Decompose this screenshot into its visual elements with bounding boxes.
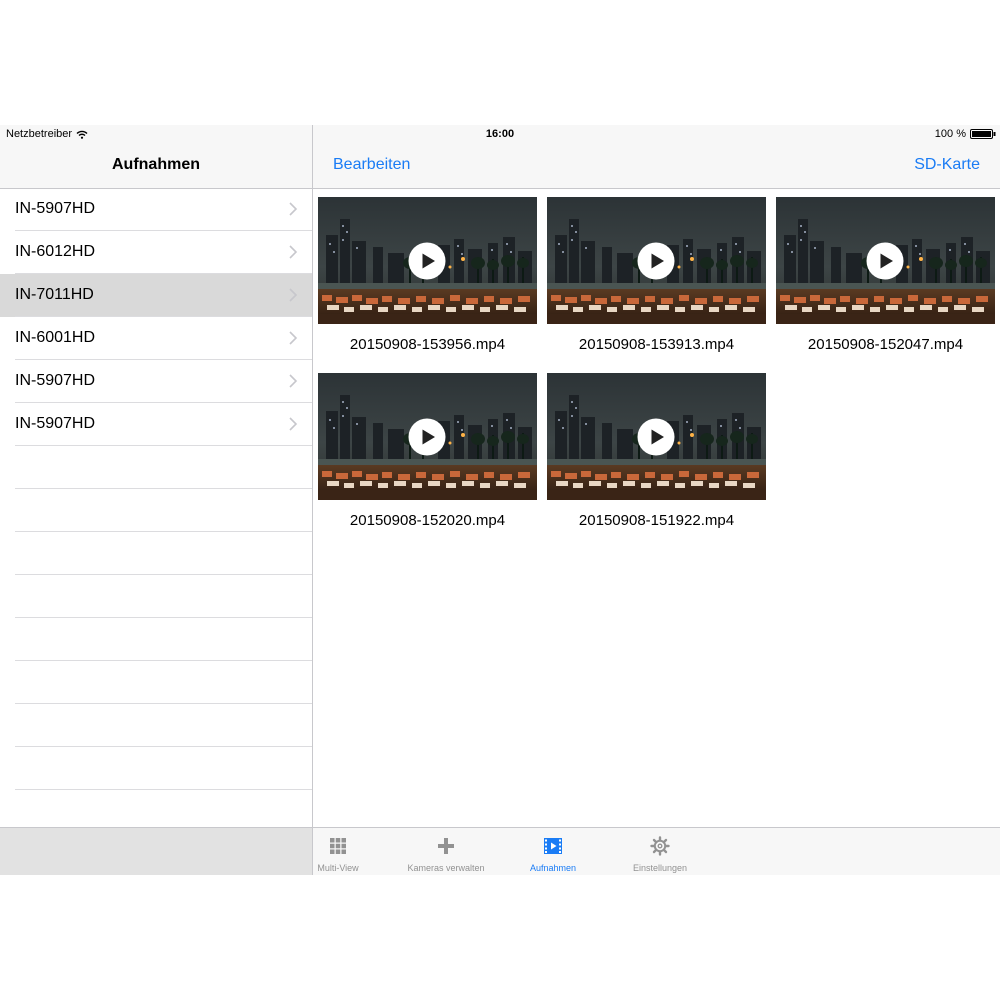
tab-multi-view[interactable]: Multi-View [283, 828, 393, 875]
play-icon [408, 242, 446, 280]
video-thumbnail[interactable] [547, 373, 766, 500]
chevron-right-icon [289, 331, 298, 345]
tab-label: Multi-View [317, 863, 359, 873]
tab-label: Einstellungen [632, 863, 688, 873]
sidebar-item-label: IN-5907HD [15, 372, 96, 389]
recording-filename: 20150908-153956.mp4 [349, 336, 506, 353]
video-thumbnail[interactable] [547, 197, 766, 324]
sidebar-item-in-5907hd[interactable]: IN-5907HD [0, 188, 312, 231]
empty-row [0, 575, 312, 618]
chevron-right-icon [289, 245, 298, 259]
empty-row [0, 489, 312, 532]
plus-icon [438, 838, 454, 854]
empty-row [0, 446, 312, 489]
status-right: 100 % [935, 128, 996, 140]
tab-label: Kameras verwalten [407, 863, 485, 873]
tab-aufnahmen[interactable]: Aufnahmen [498, 828, 608, 875]
video-thumbnail[interactable] [776, 197, 995, 324]
recording-tile[interactable]: 20150908-153956.mp4 [318, 197, 537, 357]
recording-tile[interactable]: 20150908-153913.mp4 [547, 197, 766, 357]
empty-row [0, 747, 312, 790]
recording-tile[interactable]: 20150908-152020.mp4 [318, 373, 537, 533]
recording-filename: 20150908-152047.mp4 [807, 336, 964, 353]
sidebar-item-label: IN-5907HD [15, 415, 96, 432]
video-thumbnail[interactable] [318, 197, 537, 324]
ipad-screen: Netzbetreiber Aufnahmen IN-5907HD IN-601… [0, 125, 1000, 875]
recording-filename: 20150908-153913.mp4 [578, 336, 735, 353]
sidebar-item-in-6012hd[interactable]: IN-6012HD [0, 231, 312, 274]
empty-row [0, 661, 312, 704]
status-time: 16:00 [485, 128, 515, 140]
sidebar: Netzbetreiber Aufnahmen IN-5907HD IN-601… [0, 125, 313, 875]
empty-row [0, 532, 312, 575]
chevron-right-icon [289, 417, 298, 431]
chevron-right-icon [289, 202, 298, 216]
sidebar-item-label: IN-5907HD [15, 200, 96, 217]
status-left: Netzbetreiber [6, 128, 88, 140]
battery-icon [970, 129, 996, 139]
sidebar-item-in-7011hd[interactable]: IN-7011HD [0, 274, 312, 317]
recording-tile[interactable]: 20150908-152047.mp4 [776, 197, 995, 357]
tab-bar: Multi-View Kameras verwalten Aufnahmen E… [313, 827, 1000, 875]
sidebar-item-label: IN-7011HD [15, 286, 94, 303]
sidebar-item-label: IN-6001HD [15, 329, 96, 346]
edit-button[interactable]: Bearbeiten [333, 156, 410, 174]
wifi-icon [76, 130, 88, 139]
main-content: 16:00 100 % Bearbeiten SD-Karte 20150908… [313, 125, 1000, 875]
chevron-right-icon [289, 374, 298, 388]
battery-label: 100 % [934, 128, 966, 140]
sidebar-title: Aufnahmen [112, 156, 200, 173]
gear-icon [650, 836, 670, 856]
row-divider [15, 789, 312, 790]
play-icon [866, 242, 904, 280]
play-icon [408, 418, 446, 456]
film-icon [544, 838, 562, 854]
sidebar-header: Netzbetreiber Aufnahmen [0, 125, 312, 189]
tab-kameras-verwalten[interactable]: Kameras verwalten [391, 828, 501, 875]
tab-einstellungen[interactable]: Einstellungen [605, 828, 715, 875]
sidebar-item-in-6001hd[interactable]: IN-6001HD [0, 317, 312, 360]
sidebar-item-in-5907hd-3[interactable]: IN-5907HD [0, 403, 312, 446]
play-icon [637, 418, 675, 456]
sidebar-item-in-5907hd-2[interactable]: IN-5907HD [0, 360, 312, 403]
chevron-right-icon [289, 288, 298, 302]
empty-row [0, 618, 312, 661]
sidebar-item-label: IN-6012HD [15, 243, 96, 260]
recording-filename: 20150908-151922.mp4 [578, 512, 735, 529]
play-icon [637, 242, 675, 280]
sidebar-bottom-bar [0, 827, 312, 875]
sd-card-button[interactable]: SD-Karte [914, 156, 980, 174]
video-thumbnail[interactable] [318, 373, 537, 500]
grid-icon [330, 838, 346, 854]
empty-row [0, 704, 312, 747]
recording-tile[interactable]: 20150908-151922.mp4 [547, 373, 766, 533]
recording-filename: 20150908-152020.mp4 [349, 512, 506, 529]
main-header: 16:00 100 % Bearbeiten SD-Karte [313, 125, 1000, 189]
carrier-label: Netzbetreiber [6, 128, 73, 140]
tab-label: Aufnahmen [529, 863, 577, 873]
